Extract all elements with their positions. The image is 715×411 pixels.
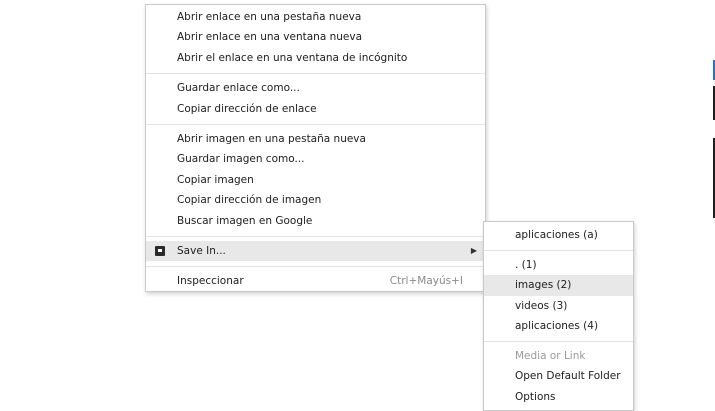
submenu-item-aplicaciones-a[interactable]: aplicaciones (a) (484, 225, 633, 246)
menu-item-open-link-new-tab[interactable]: Abrir enlace en una pestaña nueva (146, 7, 485, 27)
menu-separator (146, 266, 485, 268)
menu-item-save-in[interactable]: Save In... ▶ (146, 240, 485, 262)
menu-separator (146, 235, 485, 237)
menu-separator (484, 249, 633, 251)
menu-item-save-link-as[interactable]: Guardar enlace como... (146, 78, 485, 98)
menu-item-save-in-label: Save In... (177, 244, 226, 257)
submenu-item-aplicaciones-4[interactable]: aplicaciones (4) (484, 316, 633, 337)
menu-item-search-image-google[interactable]: Buscar imagen en Google (146, 211, 485, 231)
menu-separator (484, 340, 633, 342)
menu-item-inspect[interactable]: Inspeccionar Ctrl+Mayús+I (146, 271, 485, 291)
menu-item-copy-link-address[interactable]: Copiar dirección de enlace (146, 99, 485, 119)
save-in-submenu: aplicaciones (a) . (1) images (2) videos… (483, 221, 634, 411)
menu-item-save-image-as[interactable]: Guardar imagen como... (146, 149, 485, 169)
submenu-item-open-default-folder[interactable]: Open Default Folder (484, 366, 633, 387)
context-menu: Abrir enlace en una pestaña nueva Abrir … (145, 4, 486, 292)
menu-separator (146, 123, 485, 125)
submenu-item-images[interactable]: images (2) (484, 275, 633, 296)
menu-item-copy-image-address[interactable]: Copiar dirección de imagen (146, 190, 485, 210)
menu-item-open-image-new-tab[interactable]: Abrir imagen en una pestaña nueva (146, 129, 485, 149)
menu-item-open-link-new-window[interactable]: Abrir enlace en una ventana nueva (146, 27, 485, 47)
submenu-item-media-or-link: Media or Link (515, 349, 586, 362)
menu-item-open-link-incognito[interactable]: Abrir el enlace en una ventana de incógn… (146, 48, 485, 68)
submenu-item-videos[interactable]: videos (3) (484, 296, 633, 317)
inspect-shortcut: Ctrl+Mayús+I (389, 275, 463, 288)
menu-separator (146, 73, 485, 75)
submenu-item-options[interactable]: Options (484, 387, 633, 408)
chevron-right-icon: ▶ (470, 245, 477, 255)
menu-item-copy-image[interactable]: Copiar imagen (146, 170, 485, 190)
save-in-icon (155, 245, 165, 256)
submenu-item-dot[interactable]: . (1) (484, 255, 633, 276)
menu-item-inspect-label: Inspeccionar (177, 275, 244, 288)
